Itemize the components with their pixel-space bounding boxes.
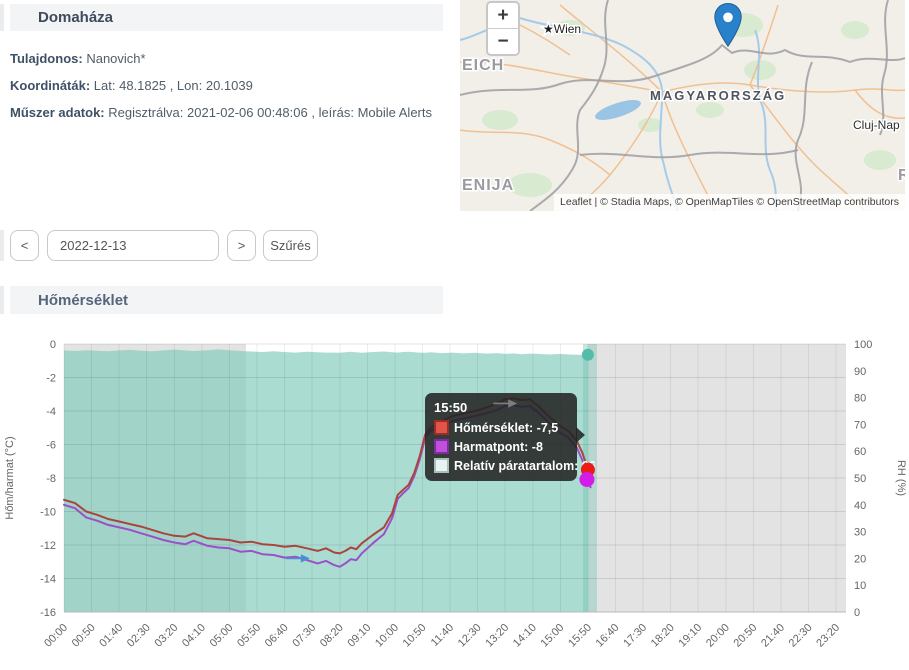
x-tick-label: 06:40 [263,622,291,650]
y-right-tick-label: 90 [854,366,866,378]
y-left-tick-label: -2 [46,373,56,385]
tooltip-row-humidity: Relatív páratartalom: 96 [434,458,568,473]
zoom-in-button[interactable]: + [488,3,518,29]
x-tick-label: 11:40 [429,622,456,649]
map-attribution[interactable]: Leaflet | © Stadia Maps, © OpenMapTiles … [554,194,905,211]
next-day-button[interactable]: > [227,230,256,261]
y-right-tick-label: 40 [854,500,866,512]
x-tick-label: 04:10 [180,622,208,650]
prev-day-button[interactable]: < [10,230,39,261]
y-right-tick-label: 60 [854,446,866,458]
coordinates-label: Koordináták: [10,78,90,93]
y-left-tick-label: -10 [40,507,56,519]
x-tick-label: 10:50 [401,622,429,650]
temperature-swatch-icon [434,420,449,435]
x-tick-label: 01:40 [97,622,125,650]
map-label: Cluj-Nap [853,118,900,132]
leaflet-map[interactable]: ★WienEICHMAGYARORSZÁGCluj-NapENIJAR + − … [460,0,905,211]
x-tick-label: 20:00 [704,622,732,650]
x-tick-label: 02:30 [125,622,153,650]
x-tick-label: 05:50 [235,622,263,650]
y-left-tick-label: -12 [40,540,56,552]
section-header: Hőmérséklet [10,286,443,314]
x-tick-label: 07:30 [290,622,318,650]
x-tick-label: 08:20 [318,622,346,650]
tooltip-humidity-text: Relatív páratartalom: 96 [454,459,596,473]
x-tick-label: 16:40 [594,622,622,650]
x-tick-label: 23:20 [814,622,842,650]
map-marker-icon[interactable] [714,3,742,47]
tooltip-dewpoint-text: Harmatpont: -8 [454,440,543,454]
x-tick-label: 12:30 [456,622,484,650]
y-right-tick-label: 30 [854,527,866,539]
date-input[interactable] [47,230,219,261]
x-tick-label: 18:20 [649,622,677,650]
panel-edge [0,286,4,314]
map-label: ★Wien [543,22,581,36]
y-right-tick-label: 50 [854,473,866,485]
coordinates-line: Koordináták: Lat: 48.1825 , Lon: 20.1039 [10,78,253,93]
map-zoom-control: + − [486,1,520,56]
y-right-tick-label: 0 [854,607,860,619]
tooltip-temperature-text: Hőmérséklet: -7,5 [454,421,558,435]
y-right-tick-label: 100 [854,339,872,351]
x-tick-label: 19:10 [676,622,704,650]
temperature-chart[interactable]: 0-2-4-6-8-10-12-14-161009080706050403020… [0,330,909,670]
x-tick-label: 10:00 [373,622,401,650]
map-label: EICH [462,57,504,74]
map-label: R [898,167,905,184]
y-right-axis-title: RH (%) [895,460,907,496]
x-tick-label: 00:50 [70,622,98,650]
panel-edge [0,230,4,261]
page-title: Domaháza [38,9,113,26]
y-left-tick-label: -4 [46,406,56,418]
x-tick-label: 05:00 [208,622,236,650]
map-label: ENIJA [462,177,514,194]
map-label: MAGYARORSZÁG [650,88,786,103]
x-tick-label: 09:10 [345,622,373,650]
y-left-tick-label: -8 [46,473,56,485]
x-tick-label: 15:50 [566,622,594,650]
y-right-tick-label: 10 [854,580,866,592]
humidity-swatch-icon [434,458,449,473]
y-right-tick-label: 80 [854,393,866,405]
y-right-tick-label: 70 [854,419,866,431]
owner-value: Nanovich* [86,51,145,66]
y-left-tick-label: -16 [40,607,56,619]
map-tiles: ★Wien EICH MAGYARORSZÁG Cluj-Nap ENIJA R [460,0,905,211]
x-tick-label: 21:40 [759,622,787,650]
filter-button[interactable]: Szűrés [263,230,318,261]
y-left-tick-label: -6 [46,440,56,452]
device-line: Műszer adatok: Regisztrálva: 2021-02-06 … [10,105,432,120]
owner-line: Tulajdonos: Nanovich* [10,51,146,66]
dewpoint-swatch-icon [434,439,449,454]
tooltip-row-dewpoint: Harmatpont: -8 [434,439,568,454]
weather-station-page: Domaháza Tulajdonos: Nanovich* Koordinát… [0,0,909,670]
chart-tooltip: 15:50 Hőmérséklet: -7,5 Harmatpont: -8 R… [425,393,577,481]
panel-edge [0,4,4,31]
section-title: Hőmérséklet [38,292,128,309]
y-left-tick-label: -14 [40,574,56,586]
x-tick-label: 03:20 [152,622,180,650]
x-tick-label: 13:20 [483,622,511,650]
zoom-out-button[interactable]: − [488,29,518,54]
y-right-tick-label: 20 [854,553,866,565]
tooltip-time: 15:50 [434,400,568,415]
y-left-axis-title: Hőm/harmat (°C) [4,436,16,519]
x-tick-label: 22:30 [787,622,815,650]
device-label: Műszer adatok: [10,105,105,120]
x-tick-label: 14:10 [511,622,539,650]
coordinates-value: Lat: 48.1825 , Lon: 20.1039 [94,78,253,93]
x-tick-label: 20:50 [732,622,760,650]
tooltip-row-temperature: Hőmérséklet: -7,5 [434,420,568,435]
station-title-bar: Domaháza [10,4,443,31]
device-value: Regisztrálva: 2021-02-06 00:48:06 , leír… [108,105,432,120]
owner-label: Tulajdonos: [10,51,83,66]
x-tick-label: 17:30 [621,622,649,650]
x-tick-label: 15:00 [539,622,567,650]
y-left-tick-label: 0 [50,339,56,351]
attribution-text: Leaflet | © Stadia Maps, © OpenMapTiles … [560,196,899,208]
x-tick-label: 00:00 [42,622,70,650]
